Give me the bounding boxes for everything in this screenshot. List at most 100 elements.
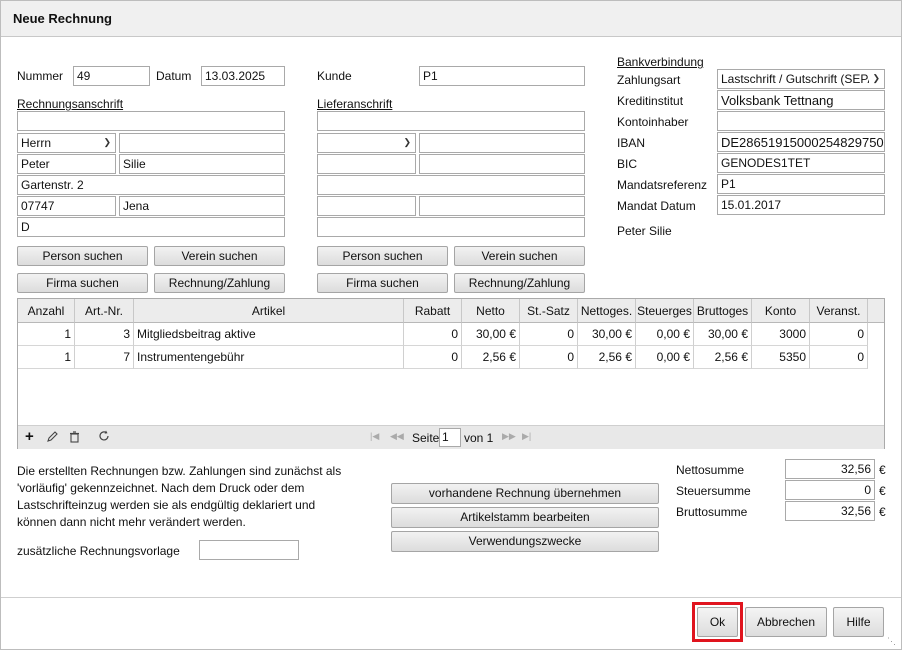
delivery-line1-field[interactable] [317,111,585,131]
last-page-icon[interactable]: ▶| [522,431,531,442]
table-cell[interactable]: 1 [18,323,75,346]
zahlungsart-value: Lastschrift / Gutschrift (SEPA [721,72,876,86]
table-cell[interactable]: 0 [810,323,868,346]
help-button[interactable]: Hilfe [833,607,884,637]
datum-field[interactable]: 13.03.2025 [201,66,285,86]
chevron-down-icon: ❯ [403,137,411,147]
billing-street-field[interactable]: Gartenstr. 2 [17,175,285,195]
billing-zip-field[interactable]: 07747 [17,196,116,216]
col-header-stsatz[interactable]: St.-Satz [520,299,578,323]
billing-verein-search-button[interactable]: Verein suchen [154,246,285,266]
col-header-nettoges[interactable]: Nettoges. [578,299,636,323]
billing-firma-search-button[interactable]: Firma suchen [17,273,148,293]
verwendungszwecke-button[interactable]: Verwendungszwecke [391,531,659,552]
col-header-anzahl[interactable]: Anzahl [18,299,75,323]
col-header-konto[interactable]: Konto [752,299,810,323]
nummer-field[interactable]: 49 [73,66,150,86]
col-header-artikel[interactable]: Artikel [134,299,404,323]
steuersumme-currency: € [879,484,886,498]
trash-icon[interactable] [69,431,80,446]
mandat-datum-field[interactable]: 15.01.2017 [717,195,885,215]
table-cell[interactable]: 2,56 € [694,346,752,369]
col-header-veranst[interactable]: Veranst. [810,299,868,323]
artikelstamm-button[interactable]: Artikelstamm bearbeiten [391,507,659,528]
add-icon[interactable]: + [25,428,34,445]
delivery-rechnung-zahlung-button[interactable]: Rechnung/Zahlung [454,273,585,293]
table-cell[interactable]: Mitgliedsbeitrag aktive [134,323,404,346]
table-cell[interactable]: 2,56 € [462,346,520,369]
zahlungsart-select[interactable]: Lastschrift / Gutschrift (SEPA ❯ [717,69,885,89]
chevron-down-icon: ❯ [103,137,111,147]
chevron-down-icon: ❯ [869,73,880,84]
table-cell[interactable]: 0 [404,323,462,346]
cancel-button[interactable]: Abbrechen [745,607,827,637]
ok-button[interactable]: Ok [697,607,738,637]
table-cell[interactable]: 0 [520,346,578,369]
table-toolbar: + |◀ ◀◀ Seite 1 von 1 ▶▶ ▶| [18,425,884,449]
delivery-street-field[interactable] [317,175,585,195]
delivery-country-field[interactable] [317,217,585,237]
rechnungsvorlage-label: zusätzliche Rechnungsvorlage [17,544,180,558]
rechnung-uebernehmen-button[interactable]: vorhandene Rechnung übernehmen [391,483,659,504]
table-cell[interactable]: 3000 [752,323,810,346]
pager-page-input[interactable]: 1 [439,428,461,447]
kreditinstitut-field[interactable]: Volksbank Tettnang [717,90,885,110]
table-cell[interactable]: Instrumentengebühr [134,346,404,369]
delivery-lastname-field[interactable] [419,154,585,174]
billing-salutation-value: Herrn [21,136,52,150]
table-cell[interactable]: 0 [810,346,868,369]
info-text-line: 'vorläufig' gekennzeichnet. Nach dem Dru… [17,481,305,495]
table-cell[interactable]: 1 [18,346,75,369]
table-cell[interactable]: 0 [520,323,578,346]
billing-title-field[interactable] [119,133,285,153]
next-page-icon[interactable]: ▶▶ [502,431,516,442]
col-header-steuerges[interactable]: Steuerges [636,299,694,323]
table-cell[interactable]: 0,00 € [636,346,694,369]
table-cell[interactable]: 0,00 € [636,323,694,346]
table-cell[interactable]: 30,00 € [694,323,752,346]
edit-icon[interactable] [47,431,58,445]
mandatsreferenz-field[interactable]: P1 [717,174,885,194]
datum-label: Datum [156,69,192,83]
table-cell[interactable]: 7 [75,346,134,369]
billing-firstname-field[interactable]: Peter [17,154,116,174]
col-header-artnr[interactable]: Art.-Nr. [75,299,134,323]
kontoinhaber-field[interactable] [717,111,885,131]
delivery-city-field[interactable] [419,196,585,216]
col-header-rabatt[interactable]: Rabatt [404,299,462,323]
col-header-bruttoges[interactable]: Bruttoges [694,299,752,323]
table-cell[interactable]: 5350 [752,346,810,369]
iban-field[interactable]: DE28651915000254829750 [717,132,885,152]
delivery-title-field[interactable] [419,133,585,153]
table-cell[interactable]: 3 [75,323,134,346]
billing-rechnung-zahlung-button[interactable]: Rechnung/Zahlung [154,273,285,293]
table-cell[interactable]: 30,00 € [462,323,520,346]
delivery-salutation-select[interactable]: ❯ [317,133,416,153]
billing-person-search-button[interactable]: Person suchen [17,246,148,266]
col-header-netto[interactable]: Netto [462,299,520,323]
delivery-firstname-field[interactable] [317,154,416,174]
billing-salutation-select[interactable]: Herrn ❯ [17,133,116,153]
nettosumme-currency: € [879,463,886,477]
previous-page-icon[interactable]: ◀◀ [390,431,404,442]
billing-country-field[interactable]: D [17,217,285,237]
refresh-icon[interactable] [98,430,110,445]
billing-city-field[interactable]: Jena [119,196,285,216]
delivery-zip-field[interactable] [317,196,416,216]
delivery-firma-search-button[interactable]: Firma suchen [317,273,448,293]
delivery-person-search-button[interactable]: Person suchen [317,246,448,266]
bic-field[interactable]: GENODES1TET [717,153,885,173]
billing-lastname-field[interactable]: Silie [119,154,285,174]
table-cell[interactable]: 2,56 € [578,346,636,369]
table-cell[interactable]: 30,00 € [578,323,636,346]
rechnungsvorlage-field[interactable] [199,540,299,560]
first-page-icon[interactable]: |◀ [370,431,379,442]
mandatsreferenz-label: Mandatsreferenz [617,178,708,192]
billing-line1-field[interactable] [17,111,285,131]
table-cell[interactable]: 0 [404,346,462,369]
delivery-verein-search-button[interactable]: Verein suchen [454,246,585,266]
zahlungsart-label: Zahlungsart [617,73,681,87]
kunde-field[interactable]: P1 [419,66,585,86]
resize-grip-icon[interactable]: ⋱ [887,636,896,647]
items-table[interactable]: Anzahl Art.-Nr. Artikel Rabatt Netto St.… [17,298,885,449]
